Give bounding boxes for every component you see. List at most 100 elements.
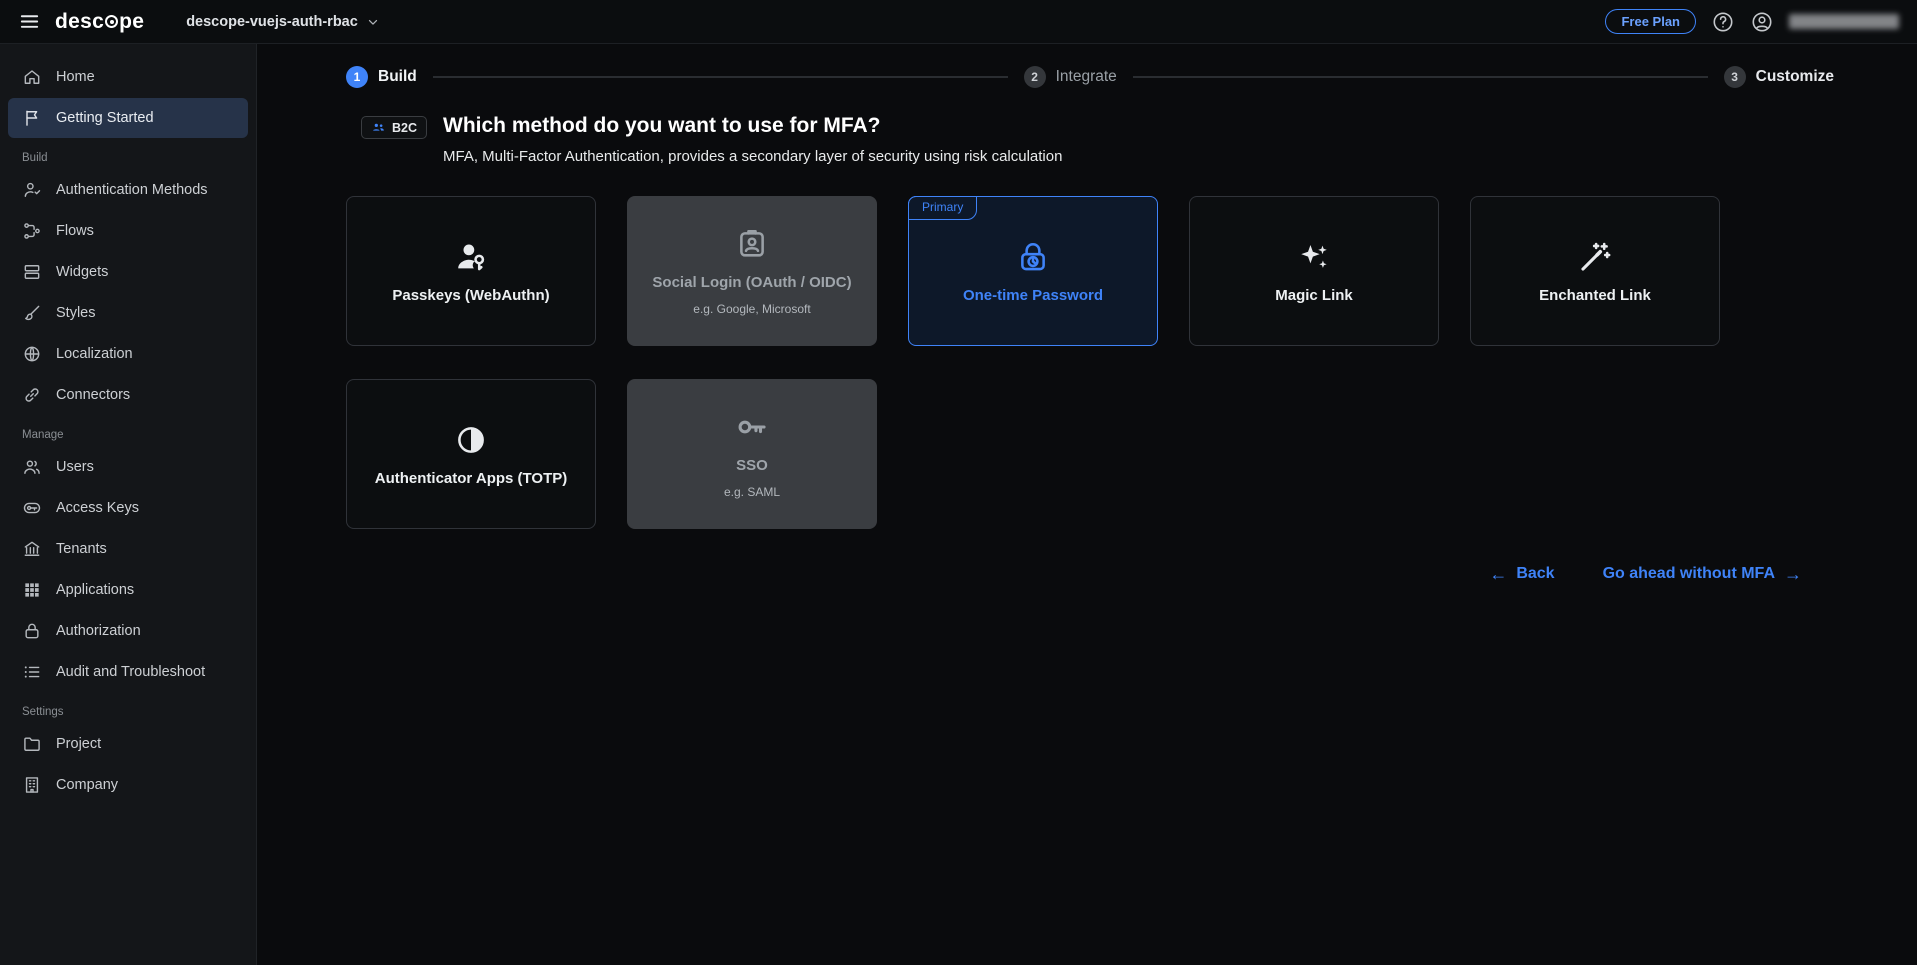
passkey-person-icon xyxy=(454,239,488,275)
sidebar-item-label: Getting Started xyxy=(56,110,154,126)
key-icon xyxy=(22,498,42,518)
brush-icon xyxy=(22,303,42,323)
sso-key-icon xyxy=(735,409,769,445)
primary-tag: Primary xyxy=(908,196,977,220)
arrow-left-icon: ← xyxy=(1489,565,1507,583)
sidebar-item-project[interactable]: Project xyxy=(8,724,248,764)
sidebar-item-home[interactable]: Home xyxy=(8,57,248,97)
flag-icon xyxy=(22,108,42,128)
card-enchanted-link[interactable]: Enchanted Link xyxy=(1470,196,1720,346)
card-label: Enchanted Link xyxy=(1539,287,1651,304)
folder-icon xyxy=(22,734,42,754)
sidebar-item-tenants[interactable]: Tenants xyxy=(8,529,248,569)
free-plan-badge[interactable]: Free Plan xyxy=(1605,9,1696,34)
step-customize[interactable]: 3 Customize xyxy=(1724,66,1834,88)
sidebar-item-label: Authentication Methods xyxy=(56,182,208,198)
sidebar-item-authorization[interactable]: Authorization xyxy=(8,611,248,651)
project-selector[interactable]: descope-vuejs-auth-rbac xyxy=(186,14,380,30)
sidebar-item-authentication-methods[interactable]: Authentication Methods xyxy=(8,170,248,210)
back-label: Back xyxy=(1516,565,1554,583)
sidebar-item-label: Audit and Troubleshoot xyxy=(56,664,205,680)
skip-label: Go ahead without MFA xyxy=(1603,565,1775,583)
card-sublabel: e.g. Google, Microsoft xyxy=(693,302,810,316)
sidebar-item-label: Company xyxy=(56,777,118,793)
card-label: SSO xyxy=(736,457,768,474)
card-sublabel: e.g. SAML xyxy=(724,485,780,499)
step-number: 3 xyxy=(1724,66,1746,88)
sidebar-section-manage: Manage xyxy=(22,429,256,441)
sidebar-item-label: Applications xyxy=(56,582,134,598)
back-button[interactable]: ← Back xyxy=(1489,565,1554,583)
sidebar-item-label: Project xyxy=(56,736,101,752)
main-content: 1 Build 2 Integrate 3 Customize B2C Whic… xyxy=(257,44,1917,965)
step-build[interactable]: 1 Build xyxy=(346,66,417,88)
wizard-footer: ← Back Go ahead without MFA → xyxy=(257,565,1917,583)
card-social-login: Social Login (OAuth / OIDC) e.g. Google,… xyxy=(627,196,877,346)
logo-text-pre: desc xyxy=(55,10,104,34)
sidebar-item-label: Styles xyxy=(56,305,96,321)
project-name: descope-vuejs-auth-rbac xyxy=(186,14,358,30)
card-label: One-time Password xyxy=(963,287,1103,304)
user-avatar-icon[interactable] xyxy=(1750,10,1774,34)
card-passkeys-webauthn[interactable]: Passkeys (WebAuthn) xyxy=(346,196,596,346)
menu-icon[interactable] xyxy=(18,10,41,33)
magic-wand-icon xyxy=(1578,239,1612,275)
sidebar-item-widgets[interactable]: Widgets xyxy=(8,252,248,292)
mfa-method-cards: Passkeys (WebAuthn) Social Login (OAuth … xyxy=(346,196,1726,529)
skip-mfa-button[interactable]: Go ahead without MFA → xyxy=(1603,565,1802,583)
sidebar-item-label: Users xyxy=(56,459,94,475)
sparkles-icon xyxy=(1297,239,1331,275)
globe-icon xyxy=(22,344,42,364)
card-label: Passkeys (WebAuthn) xyxy=(392,287,549,304)
descope-logo: desc pe xyxy=(55,10,144,34)
sidebar-item-flows[interactable]: Flows xyxy=(8,211,248,251)
logo-target-icon xyxy=(105,15,118,28)
stepper-line xyxy=(1133,76,1708,78)
contrast-circle-icon xyxy=(454,422,488,458)
step-number: 1 xyxy=(346,66,368,88)
logo-text-post: pe xyxy=(119,10,144,34)
sidebar-item-applications[interactable]: Applications xyxy=(8,570,248,610)
sidebar-item-localization[interactable]: Localization xyxy=(8,334,248,374)
sidebar-item-access-keys[interactable]: Access Keys xyxy=(8,488,248,528)
card-label: Magic Link xyxy=(1275,287,1353,304)
b2c-badge: B2C xyxy=(361,116,427,139)
sidebar-item-connectors[interactable]: Connectors xyxy=(8,375,248,415)
card-magic-link[interactable]: Magic Link xyxy=(1189,196,1439,346)
card-label: Authenticator Apps (TOTP) xyxy=(375,470,568,487)
otp-lock-clock-icon xyxy=(1016,239,1050,275)
sidebar-item-styles[interactable]: Styles xyxy=(8,293,248,333)
flows-icon xyxy=(22,221,42,241)
link-icon xyxy=(22,385,42,405)
home-icon xyxy=(22,67,42,87)
grid-icon xyxy=(22,580,42,600)
page-title: Which method do you want to use for MFA? xyxy=(443,113,1062,139)
chevron-down-icon xyxy=(366,15,380,29)
b2c-badge-label: B2C xyxy=(392,121,417,135)
sidebar-item-label: Authorization xyxy=(56,623,141,639)
top-bar: desc pe descope-vuejs-auth-rbac Free Pla… xyxy=(0,0,1917,44)
help-icon[interactable] xyxy=(1711,10,1735,34)
user-name-redacted xyxy=(1789,14,1899,29)
sidebar-item-label: Flows xyxy=(56,223,94,239)
sidebar-item-users[interactable]: Users xyxy=(8,447,248,487)
step-integrate[interactable]: 2 Integrate xyxy=(1024,66,1117,88)
card-one-time-password[interactable]: Primary One-time Password xyxy=(908,196,1158,346)
page-subtitle: MFA, Multi-Factor Authentication, provid… xyxy=(443,148,1062,166)
stepper-line xyxy=(433,76,1008,78)
card-sso: SSO e.g. SAML xyxy=(627,379,877,529)
sidebar-item-label: Home xyxy=(56,69,95,85)
card-authenticator-apps-totp[interactable]: Authenticator Apps (TOTP) xyxy=(346,379,596,529)
sidebar-item-label: Widgets xyxy=(56,264,108,280)
sidebar-item-label: Connectors xyxy=(56,387,130,403)
building-icon xyxy=(22,775,42,795)
sidebar-item-audit-and-troubleshoot[interactable]: Audit and Troubleshoot xyxy=(8,652,248,692)
step-number: 2 xyxy=(1024,66,1046,88)
people-icon xyxy=(371,120,386,135)
sidebar-item-label: Access Keys xyxy=(56,500,139,516)
widgets-icon xyxy=(22,262,42,282)
sidebar-item-company[interactable]: Company xyxy=(8,765,248,805)
tenants-icon xyxy=(22,539,42,559)
step-label: Customize xyxy=(1756,68,1834,86)
sidebar-item-getting-started[interactable]: Getting Started xyxy=(8,98,248,138)
